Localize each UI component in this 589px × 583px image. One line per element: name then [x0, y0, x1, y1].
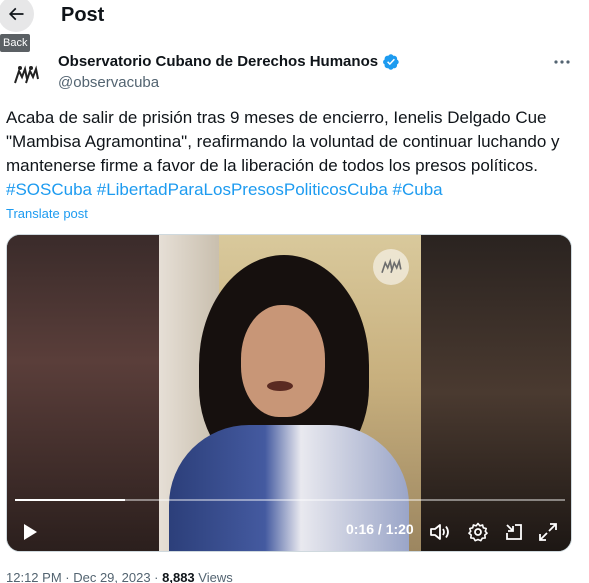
arrow-left-icon — [8, 7, 24, 21]
video-progress-bar[interactable] — [15, 499, 565, 501]
page-title: Post — [61, 4, 105, 26]
meta-separator: · — [150, 570, 163, 583]
gear-icon[interactable] — [467, 521, 489, 543]
fullscreen-icon[interactable] — [537, 521, 559, 543]
minimize-icon[interactable] — [503, 521, 525, 543]
video-blur-left — [7, 235, 159, 551]
back-tooltip: Back — [0, 34, 31, 52]
verified-badge-icon — [383, 54, 399, 70]
post-time[interactable]: 12:12 PM — [6, 570, 62, 583]
post-header: Post — [0, 0, 589, 34]
video-player[interactable]: 0:16 / 1:20 — [6, 234, 572, 552]
views-count: 8,883 — [162, 570, 195, 583]
hashtag-list: #SOSCuba #LibertadParaLosPresosPoliticos… — [6, 178, 578, 202]
video-time: 0:16 / 1:20 — [346, 521, 414, 537]
author-handle[interactable]: @observacuba — [58, 74, 159, 91]
hashtag-link[interactable]: #SOSCuba — [6, 180, 92, 199]
video-controls: 0:16 / 1:20 — [7, 513, 571, 549]
post-body: Acaba de salir de prisión tras 9 meses d… — [6, 106, 578, 202]
post-text: Acaba de salir de prisión tras 9 meses d… — [6, 108, 560, 175]
views-label: Views — [194, 570, 233, 583]
meta-separator: · — [61, 570, 74, 583]
post-metadata: 12:12 PM · Dec 29, 2023 · 8,883 Views — [6, 570, 233, 583]
translate-post-link[interactable]: Translate post — [6, 206, 88, 221]
video-subject-mouth — [267, 381, 293, 391]
video-blur-right — [419, 235, 571, 551]
play-icon[interactable] — [19, 521, 41, 543]
hashtag-link[interactable]: #Cuba — [393, 180, 443, 199]
author-name[interactable]: Observatorio Cubano de Derechos Humanos — [58, 53, 378, 70]
back-button[interactable] — [0, 0, 34, 32]
video-progress-fill — [15, 499, 125, 501]
organization-logo-icon — [14, 65, 39, 84]
volume-icon[interactable] — [429, 521, 451, 543]
watermark-logo-icon — [373, 249, 409, 285]
hashtag-link[interactable]: #LibertadParaLosPresosPoliticosCuba — [97, 180, 388, 199]
more-options-icon[interactable] — [552, 52, 572, 72]
post-date[interactable]: Dec 29, 2023 — [73, 570, 150, 583]
avatar[interactable] — [6, 56, 46, 96]
video-subject-face — [241, 305, 325, 417]
